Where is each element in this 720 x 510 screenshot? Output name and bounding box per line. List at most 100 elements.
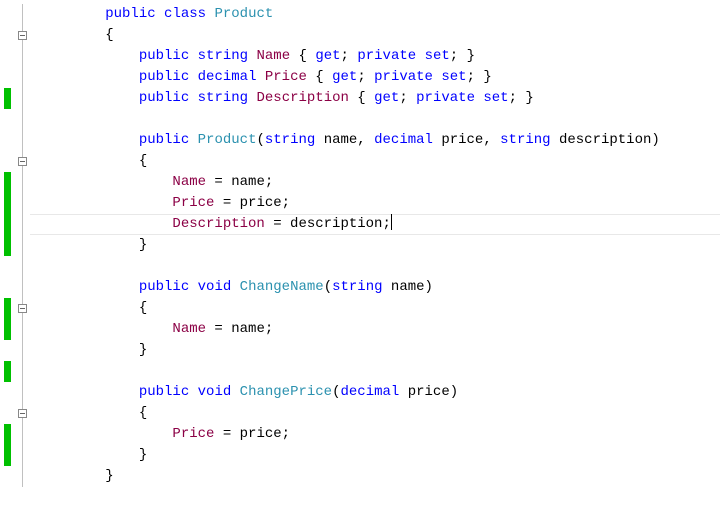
token: {	[139, 153, 147, 169]
token: private	[374, 69, 433, 85]
token: void	[198, 279, 232, 295]
token	[189, 69, 197, 85]
token: Price	[172, 195, 214, 211]
token	[189, 279, 197, 295]
change-marker	[4, 445, 11, 466]
token: {	[307, 69, 332, 85]
code-line[interactable]	[38, 109, 660, 130]
code-area[interactable]: public class Product { public string Nam…	[38, 4, 660, 487]
indent	[38, 447, 139, 463]
code-line[interactable]: public string Description { get; private…	[38, 88, 660, 109]
code-line[interactable]: }	[38, 235, 660, 256]
indent	[38, 153, 139, 169]
token: Price	[265, 69, 307, 85]
token: name,	[315, 132, 374, 148]
gutter	[0, 0, 30, 510]
code-line[interactable]: Name = name;	[38, 319, 660, 340]
code-line[interactable]: public void ChangePrice(decimal price)	[38, 382, 660, 403]
token	[231, 279, 239, 295]
indent	[38, 405, 139, 421]
code-line[interactable]: }	[38, 445, 660, 466]
code-line[interactable]: public decimal Price { get; private set;…	[38, 67, 660, 88]
change-marker	[4, 298, 11, 319]
token: ChangeName	[240, 279, 324, 295]
token: Name	[172, 174, 206, 190]
token: = name;	[206, 174, 273, 190]
fold-toggle[interactable]	[18, 409, 27, 418]
token: public	[139, 279, 189, 295]
token: Description	[172, 216, 264, 232]
token: ; }	[467, 69, 492, 85]
code-line[interactable]: {	[38, 403, 660, 424]
token: = description;	[265, 216, 391, 232]
token	[416, 48, 424, 64]
token: Product	[214, 6, 273, 22]
code-line[interactable]: Price = price;	[38, 193, 660, 214]
token: ;	[341, 48, 358, 64]
indent	[38, 6, 105, 22]
code-line[interactable]: {	[38, 151, 660, 172]
code-line[interactable]: Name = name;	[38, 172, 660, 193]
code-line[interactable]: Description = description;	[38, 214, 660, 235]
token: {	[105, 27, 113, 43]
token: void	[198, 384, 232, 400]
indent	[38, 321, 172, 337]
fold-toggle[interactable]	[18, 157, 27, 166]
text-caret	[391, 214, 392, 230]
code-line[interactable]: }	[38, 466, 660, 487]
token: = price;	[214, 195, 290, 211]
indent	[38, 27, 105, 43]
code-line[interactable]: Price = price;	[38, 424, 660, 445]
indent	[38, 342, 139, 358]
token: set	[441, 69, 466, 85]
code-line[interactable]	[38, 256, 660, 277]
change-marker	[4, 214, 11, 235]
token: {	[290, 48, 315, 64]
token: price)	[399, 384, 458, 400]
token: get	[332, 69, 357, 85]
token: {	[139, 300, 147, 316]
indent	[38, 279, 139, 295]
change-marker	[4, 319, 11, 340]
token: }	[139, 342, 147, 358]
token: Name	[256, 48, 290, 64]
change-marker	[4, 193, 11, 214]
code-line[interactable]: public Product(string name, decimal pric…	[38, 130, 660, 151]
code-line[interactable]: public string Name { get; private set; }	[38, 46, 660, 67]
code-line[interactable]: public void ChangeName(string name)	[38, 277, 660, 298]
indent	[38, 69, 139, 85]
code-line[interactable]: public class Product	[38, 4, 660, 25]
code-line[interactable]	[38, 361, 660, 382]
token: string	[198, 48, 248, 64]
token: decimal	[374, 132, 433, 148]
token: (	[256, 132, 264, 148]
token: {	[349, 90, 374, 106]
token: description)	[551, 132, 660, 148]
token: name)	[383, 279, 433, 295]
fold-toggle[interactable]	[18, 304, 27, 313]
token: ;	[357, 69, 374, 85]
code-editor[interactable]: public class Product { public string Nam…	[0, 0, 720, 510]
token: Product	[198, 132, 257, 148]
token: (	[324, 279, 332, 295]
token: (	[332, 384, 340, 400]
token	[189, 48, 197, 64]
change-marker	[4, 235, 11, 256]
token	[256, 69, 264, 85]
token: {	[139, 405, 147, 421]
token: set	[483, 90, 508, 106]
token: Price	[172, 426, 214, 442]
indent	[38, 468, 105, 484]
token: string	[332, 279, 382, 295]
token: public	[139, 90, 189, 106]
fold-toggle[interactable]	[18, 31, 27, 40]
code-line[interactable]: }	[38, 340, 660, 361]
token: private	[357, 48, 416, 64]
code-line[interactable]: {	[38, 298, 660, 319]
token	[231, 384, 239, 400]
token: string	[198, 90, 248, 106]
code-line[interactable]: {	[38, 25, 660, 46]
token: public	[105, 6, 155, 22]
token: get	[315, 48, 340, 64]
indent	[38, 48, 139, 64]
